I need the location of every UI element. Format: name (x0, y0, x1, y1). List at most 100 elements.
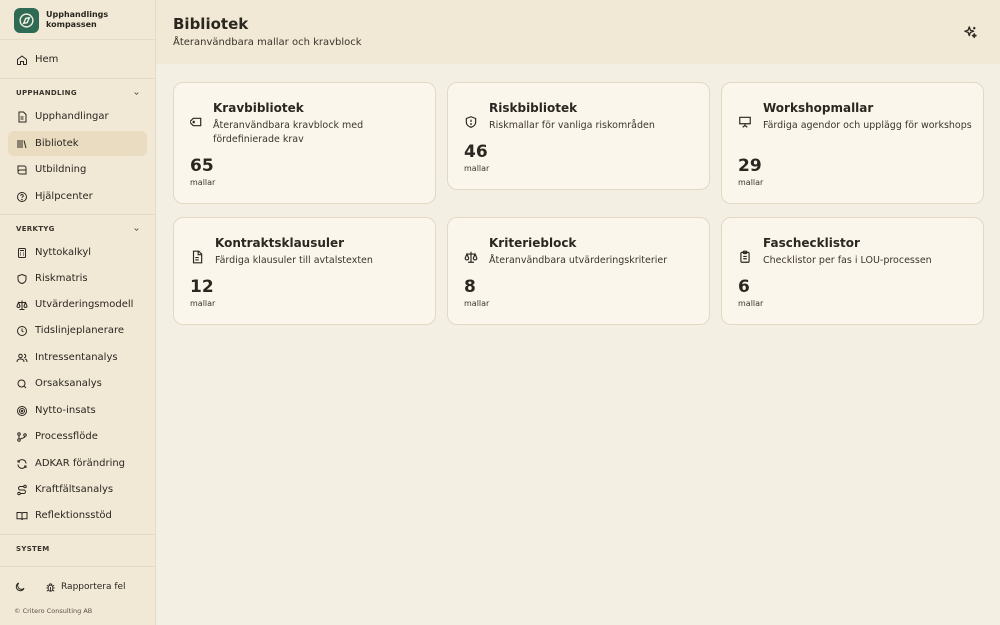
nav-item-label: Hjälpcenter (35, 191, 93, 202)
nav-item-hem[interactable]: Hem (8, 47, 147, 72)
nav-item-label: ADKAR förändring (35, 458, 126, 469)
sidebar: Upphandlings kompassen Hem UPPHANDLING U… (0, 0, 156, 625)
nav-item-upphandlingar[interactable]: Upphandlingar (8, 104, 147, 129)
search-icon (17, 379, 27, 388)
nav-item-reflektionsstod[interactable]: Reflektionsstöd (8, 503, 147, 528)
document-icon (18, 111, 27, 122)
nav-item-intressentanalys[interactable]: Intressentanalys (8, 345, 147, 370)
card-unit: mallar (190, 299, 216, 308)
nav-item-label: Intressentanalys (35, 352, 118, 363)
card-description: Återanvändbara utvärderingskriterier (489, 255, 668, 266)
card-count: 8 (464, 277, 476, 297)
card-unit: mallar (190, 178, 216, 187)
brand-name-line2: kompassen (46, 20, 97, 29)
calculator-icon (18, 247, 26, 258)
nav-item-label: Utvärderingsmodell (35, 299, 134, 310)
card-unit: mallar (464, 164, 490, 173)
clock-icon (17, 325, 27, 336)
card-faschecklistor[interactable]: Faschecklistor Checklistor per fas i LOU… (721, 217, 984, 325)
card-title: Workshopmallar (763, 101, 874, 115)
nav-item-label: Upphandlingar (35, 111, 109, 122)
card-title: Kravbibliotek (213, 101, 304, 115)
shield-icon (465, 116, 477, 128)
page-subtitle: Återanvändbara mallar och kravblock (173, 37, 362, 48)
compass-logo-icon (14, 7, 39, 33)
nav-item-label: Nytto-insats (35, 405, 96, 416)
users-icon (16, 353, 28, 362)
nav-item-label: Reflektionsstöd (35, 510, 112, 521)
sidebar-footer: Rapportera fel (14, 581, 144, 593)
nav-item-riskmatris[interactable]: Riskmatris (8, 266, 147, 291)
card-kontraktsklausuler[interactable]: Kontraktsklausuler Färdiga klausuler til… (173, 217, 436, 325)
nav-item-label: Hem (35, 54, 59, 65)
section-upphandling[interactable]: UPPHANDLING (16, 89, 140, 97)
nav-item-label: Utbildning (35, 164, 87, 175)
nav-item-tidslinjeplanerare[interactable]: Tidslinjeplanerare (8, 318, 147, 343)
shield-icon (17, 273, 27, 284)
report-bug-label: Rapportera fel (61, 582, 126, 592)
nav-item-label: Riskmatris (35, 273, 88, 284)
section-label: SYSTEM (16, 545, 50, 553)
card-kriterieblock[interactable]: Kriterieblock Återanvändbara utvärdering… (447, 217, 710, 325)
report-bug-button[interactable]: Rapportera fel (45, 582, 126, 593)
route-icon (17, 484, 27, 495)
nav-item-label: Orsaksanalys (35, 378, 102, 389)
library-icon (17, 139, 27, 148)
nav-item-adkar[interactable]: ADKAR förändring (8, 451, 147, 476)
divider (0, 78, 155, 79)
nav-item-utbildning[interactable]: Utbildning (8, 157, 147, 182)
card-count: 65 (190, 156, 214, 176)
refresh-icon (17, 458, 27, 469)
card-riskbibliotek[interactable]: Riskbibliotek Riskmallar för vanliga ris… (447, 82, 710, 190)
section-label: UPPHANDLING (16, 89, 77, 97)
card-workshopmallar[interactable]: Workshopmallar Färdiga agendor och upplä… (721, 82, 984, 204)
section-label: VERKTYG (16, 225, 55, 233)
nav-item-nyttokalkyl[interactable]: Nyttokalkyl (8, 240, 147, 265)
scale-icon (464, 251, 478, 263)
card-unit: mallar (464, 299, 490, 308)
nav-item-label: Kraftfältsanalys (35, 484, 114, 495)
nav-item-label: Processflöde (35, 431, 98, 442)
clipboard-icon (740, 250, 750, 263)
help-circle-icon (17, 191, 27, 202)
card-unit: mallar (738, 178, 764, 187)
card-title: Riskbibliotek (489, 101, 578, 115)
nav-item-label: Nyttokalkyl (35, 247, 92, 258)
moon-icon[interactable] (14, 581, 26, 593)
card-title: Faschecklistor (763, 236, 860, 250)
section-verktyg[interactable]: VERKTYG (16, 225, 140, 233)
card-description: Återanvändbara kravblock med fördefinier… (213, 120, 364, 145)
card-unit: mallar (738, 299, 764, 308)
nav-item-bibliotek[interactable]: Bibliotek (8, 131, 147, 156)
bug-icon (46, 582, 55, 592)
nav-item-label: Tidslinjeplanerare (35, 325, 124, 336)
document-icon (192, 250, 203, 264)
divider (0, 214, 155, 215)
brand-name-line1: Upphandlings (46, 10, 109, 19)
page-title: Bibliotek (173, 15, 249, 33)
copyright: © Critero Consulting AB (14, 607, 93, 615)
chevron-down-icon (134, 227, 139, 231)
nav-item-kraftfaltsanalys[interactable]: Kraftfältsanalys (8, 477, 147, 502)
nav-item-nytto-insats[interactable]: Nytto-insats (8, 398, 147, 423)
sparkles-icon[interactable] (963, 25, 978, 40)
card-kravbibliotek[interactable]: Kravbibliotek Återanvändbara kravblock m… (173, 82, 436, 204)
card-description: Färdiga klausuler till avtalstexten (215, 255, 373, 266)
brand[interactable]: Upphandlings kompassen (14, 7, 126, 33)
nav-item-utvarderingsmodell[interactable]: Utvärderingsmodell (8, 292, 147, 317)
book-icon (17, 165, 27, 174)
card-count: 6 (738, 277, 750, 297)
divider (0, 39, 155, 40)
card-count: 46 (464, 142, 488, 162)
git-branch-icon (17, 431, 27, 442)
tag-icon (190, 117, 202, 127)
presentation-icon (739, 116, 751, 128)
nav-item-hjalpcenter[interactable]: Hjälpcenter (8, 184, 147, 209)
card-title: Kontraktsklausuler (215, 236, 345, 250)
nav-item-orsaksanalys[interactable]: Orsaksanalys (8, 371, 147, 396)
book-open-icon (16, 511, 28, 520)
target-icon (17, 405, 27, 416)
nav-item-label: Bibliotek (35, 138, 79, 149)
card-count: 12 (190, 277, 214, 297)
nav-item-processflode[interactable]: Processflöde (8, 424, 147, 449)
